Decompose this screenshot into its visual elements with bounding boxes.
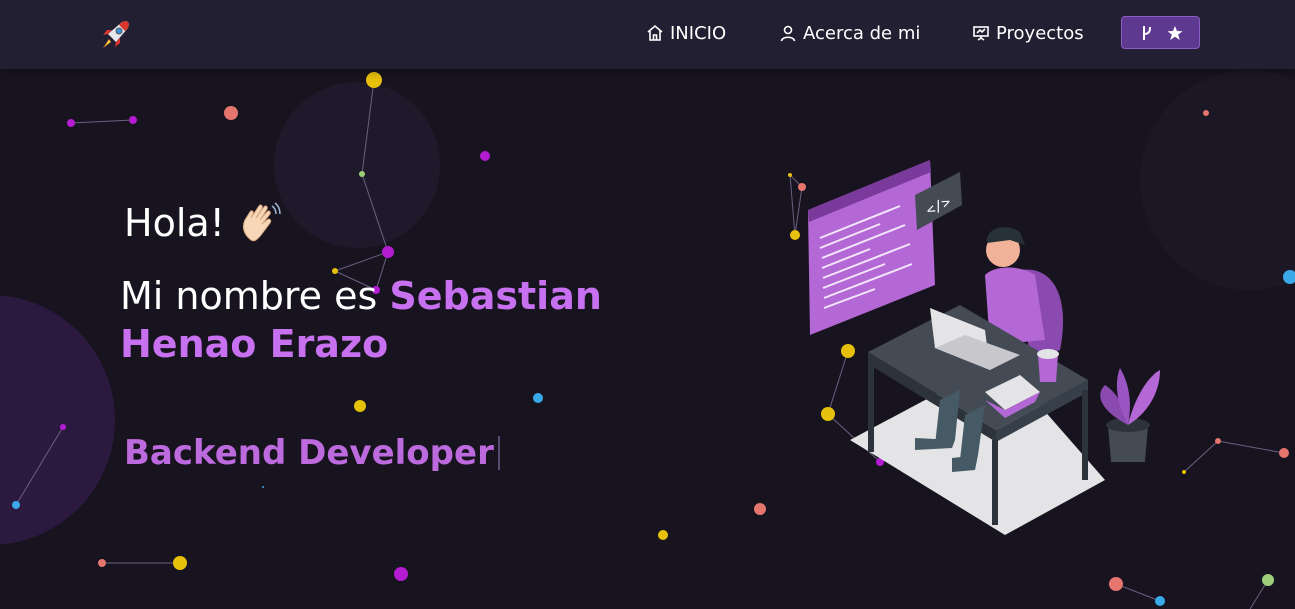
navbar: INICIO Acerca de mi Proyectos <box>0 0 1295 69</box>
rocket-icon[interactable] <box>98 18 132 52</box>
user-icon <box>780 25 796 42</box>
nav-item-label: Proyectos <box>996 22 1084 44</box>
presentation-icon <box>973 26 989 41</box>
github-button[interactable] <box>1121 16 1200 49</box>
greeting-text: Hola! <box>124 201 225 245</box>
developer-illustration: </> <box>808 160 1160 535</box>
typing-cursor <box>497 436 500 470</box>
typewriter-role: Backend Developer <box>124 433 500 473</box>
star-icon <box>1167 25 1182 40</box>
nav-item-inicio[interactable]: INICIO <box>646 20 726 46</box>
hero-name: Mi nombre es Sebastian Henao Erazo <box>120 272 740 368</box>
waving-hand-icon <box>242 202 281 242</box>
nav-item-label: Acerca de mi <box>803 22 921 44</box>
role-text: Backend Developer <box>124 433 494 473</box>
home-icon <box>647 24 663 41</box>
nav-item-label: INICIO <box>670 22 727 44</box>
greeting: Hola! <box>124 200 283 246</box>
decor-blob <box>274 82 440 248</box>
git-fork-icon <box>1142 25 1151 40</box>
nav-item-acerca-de-mi[interactable]: Acerca de mi <box>779 20 920 46</box>
nav-item-proyectos[interactable]: Proyectos <box>972 20 1084 46</box>
name-prefix: Mi nombre es <box>120 274 390 318</box>
